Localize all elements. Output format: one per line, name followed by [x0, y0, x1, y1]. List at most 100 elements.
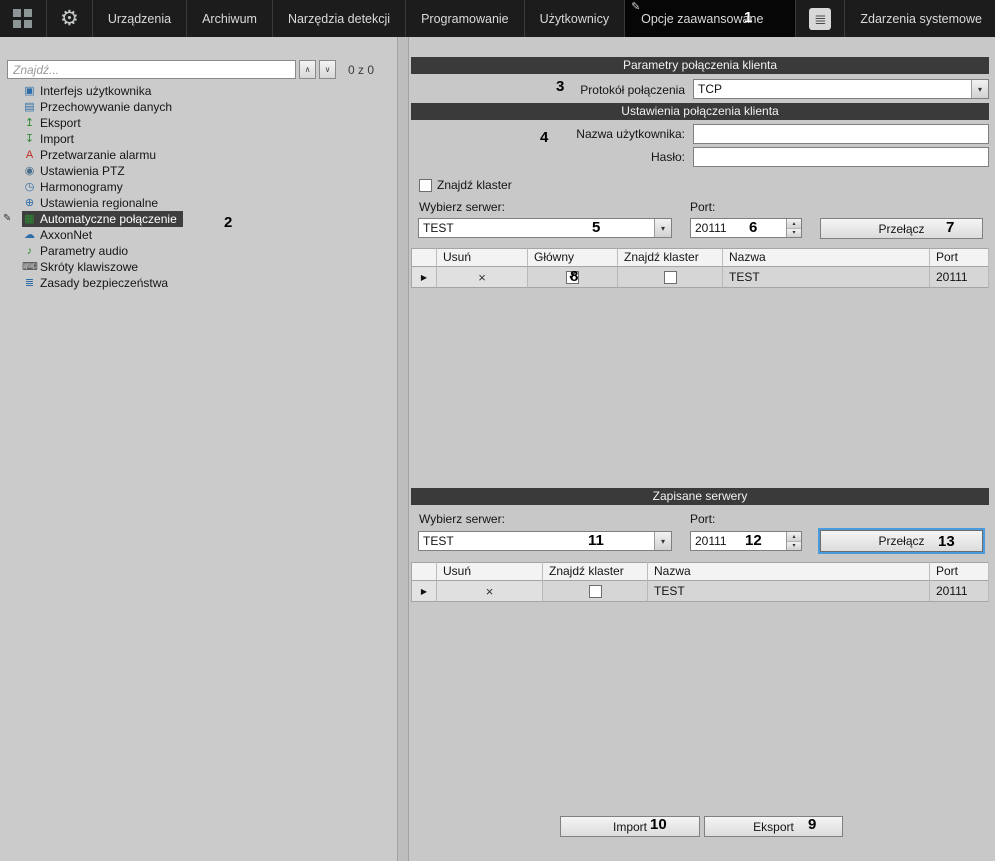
tree-item-harmonogramy[interactable]: ◷Harmonogramy	[22, 179, 127, 195]
port-value: 20111	[691, 219, 786, 237]
col-selector	[411, 562, 437, 581]
port-label: Port:	[690, 200, 715, 214]
saved-port-value: 20111	[691, 532, 786, 550]
apps-grid-icon	[13, 9, 33, 29]
settings-tree-panel: ∧ ∨ 0 z 0 ✎ ▣Interfejs użytkownika ▤Prze…	[0, 37, 397, 861]
alarm-icon: A	[22, 150, 37, 161]
tree-item-import[interactable]: ↧Import	[22, 131, 78, 147]
export-icon: ↥	[22, 118, 37, 129]
schedule-icon: ◷	[22, 182, 37, 193]
row-selector-icon: ▶	[421, 273, 427, 282]
section-header-client-settings: Ustawienia połączenia klienta	[411, 103, 989, 120]
export-button-label: Eksport	[753, 820, 794, 834]
tree-item-axxonnet[interactable]: ☁AxxonNet	[22, 227, 96, 243]
spin-down-icon[interactable]: ▾	[787, 542, 801, 551]
menu-item-label: Narzędzia detekcji	[288, 12, 390, 26]
password-input[interactable]	[693, 147, 989, 167]
find-cluster-checkbox[interactable]	[589, 585, 602, 598]
menu-item-label: Programowanie	[421, 12, 509, 26]
server-name-cell: TEST	[648, 581, 930, 602]
settings-gear-button[interactable]: ⚙	[46, 0, 92, 37]
tree-item-zasady-bezpieczenstwa[interactable]: ≣Zasady bezpieczeństwa	[22, 275, 172, 291]
tree-item-label: Interfejs użytkownika	[40, 84, 151, 98]
tree-item-parametry-audio[interactable]: ♪Parametry audio	[22, 243, 132, 259]
tree-item-eksport[interactable]: ↥Eksport	[22, 115, 85, 131]
tree-item-interfejs-uzytkownika[interactable]: ▣Interfejs użytkownika	[22, 83, 155, 99]
menu-item-label: Zdarzenia systemowe	[860, 12, 982, 26]
menu-item-programowanie[interactable]: Programowanie	[405, 0, 524, 37]
search-next-button[interactable]: ∨	[319, 60, 336, 79]
top-menu-bar: ⚙ Urządzenia Archiwum Narzędzia detekcji…	[0, 0, 995, 37]
tree-item-label: Zasady bezpieczeństwa	[40, 276, 168, 290]
callout-6: 6	[749, 220, 757, 235]
callout-5: 5	[592, 220, 600, 235]
switch-button[interactable]: Przełącz	[820, 218, 983, 239]
tree-item-label: Ustawienia regionalne	[40, 196, 158, 210]
port-spinner[interactable]: 20111 ▴ ▾	[690, 218, 802, 238]
protocol-label: Protokół połączenia	[409, 82, 685, 98]
client-servers-table: Usuń Główny Znajdź klaster Nazwa Port ▶ …	[411, 248, 989, 288]
table-row[interactable]: ▶ × TEST 20111	[411, 581, 989, 602]
ptz-icon: ◉	[22, 166, 37, 177]
saved-switch-button[interactable]: Przełącz	[820, 530, 983, 552]
tree-item-ustawienia-regionalne[interactable]: ⊕Ustawienia regionalne	[22, 195, 162, 211]
menu-item-archiwum[interactable]: Archiwum	[186, 0, 272, 37]
tree-item-label: Skróty klawiszowe	[40, 260, 138, 274]
tree-item-label: Eksport	[40, 116, 81, 130]
spin-down-icon[interactable]: ▾	[787, 229, 801, 238]
tree-item-label: Harmonogramy	[40, 180, 123, 194]
delete-button[interactable]: ×	[437, 581, 543, 602]
find-cluster-checkbox[interactable]	[419, 179, 432, 192]
tree-item-przetwarzanie-alarmu[interactable]: APrzetwarzanie alarmu	[22, 147, 160, 163]
password-label: Hasło:	[409, 149, 685, 165]
col-glowny: Główny	[528, 248, 618, 267]
menu-item-opcje-zaawansowane[interactable]: ✎ Opcje zaawansowane	[624, 0, 795, 37]
search-prev-button[interactable]: ∧	[299, 60, 316, 79]
delete-button[interactable]: ×	[437, 267, 528, 288]
chevron-down-icon[interactable]: ▾	[654, 532, 671, 550]
table-header-row: Usuń Znajdź klaster Nazwa Port	[411, 562, 989, 581]
menu-item-label: Urządzenia	[108, 12, 171, 26]
tree-item-label: Parametry audio	[40, 244, 128, 258]
apps-grid-button[interactable]	[0, 0, 46, 37]
col-znajdz-klaster: Znajdź klaster	[618, 248, 723, 267]
import-button[interactable]: Import	[560, 816, 700, 837]
row-selector-icon: ▶	[421, 587, 427, 596]
col-nazwa: Nazwa	[723, 248, 930, 267]
panel-splitter[interactable]	[397, 37, 409, 861]
saved-servers-table: Usuń Znajdź klaster Nazwa Port ▶ × TEST …	[411, 562, 989, 602]
menu-item-narzedzia-detekcji[interactable]: Narzędzia detekcji	[272, 0, 405, 37]
tree-item-skroty-klawiszowe[interactable]: ⌨Skróty klawiszowe	[22, 259, 142, 275]
spin-up-icon[interactable]: ▴	[787, 219, 801, 229]
saved-server-select[interactable]: TEST ▾	[418, 531, 672, 551]
export-button[interactable]: Eksport	[704, 816, 843, 837]
server-port-cell: 20111	[930, 581, 989, 602]
menu-item-urzadzenia[interactable]: Urządzenia	[92, 0, 186, 37]
cloud-icon: ☁	[22, 230, 37, 241]
callout-10: 10	[650, 817, 667, 832]
username-input[interactable]	[693, 124, 989, 144]
find-cluster-checkbox[interactable]	[664, 271, 677, 284]
search-result-counter: 0 z 0	[348, 63, 374, 77]
protocol-select[interactable]: TCP ▾	[693, 79, 989, 99]
tree-item-przechowywanie-danych[interactable]: ▤Przechowywanie danych	[22, 99, 176, 115]
menu-item-label: Użytkownicy	[540, 12, 609, 26]
find-cluster-option[interactable]: Znajdź klaster	[419, 178, 512, 192]
port-label: Port:	[690, 512, 715, 526]
connection-icon: ▦	[22, 214, 37, 225]
col-selector	[411, 248, 437, 267]
menu-item-label: Archiwum	[202, 12, 257, 26]
tree-item-automatyczne-polaczenie[interactable]: ▦Automatyczne połączenie	[22, 211, 183, 227]
search-input[interactable]	[7, 60, 296, 79]
menu-item-zdarzenia-systemowe[interactable]: Zdarzenia systemowe	[844, 0, 995, 37]
chevron-down-icon[interactable]: ▾	[971, 80, 988, 98]
tree-item-label: Automatyczne połączenie	[40, 212, 177, 226]
tree-item-ustawienia-ptz[interactable]: ◉Ustawienia PTZ	[22, 163, 129, 179]
table-row[interactable]: ▶ × ✓ TEST 20111	[411, 267, 989, 288]
chevron-down-icon[interactable]: ▾	[654, 219, 671, 237]
system-events-button[interactable]: ≣	[795, 0, 844, 37]
audio-icon: ♪	[22, 246, 37, 257]
menu-item-uzytkownicy[interactable]: Użytkownicy	[524, 0, 624, 37]
server-select[interactable]: TEST ▾	[418, 218, 672, 238]
spin-up-icon[interactable]: ▴	[787, 532, 801, 542]
